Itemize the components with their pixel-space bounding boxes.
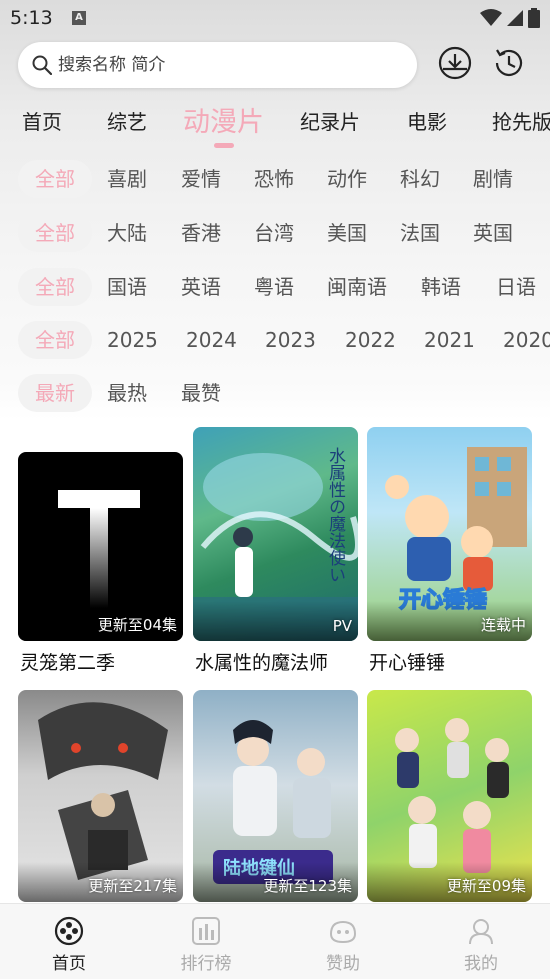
chart-bars-icon (192, 917, 220, 945)
filter-chip[interactable]: 2025 (107, 321, 158, 359)
episode-badge: 更新至04集 (97, 616, 177, 634)
video-title: 开心锤锤 (369, 652, 446, 674)
category-tabs: 首页 综艺 动漫片 纪录片 电影 抢先版 (0, 98, 550, 150)
nav-label: 我的 (464, 954, 498, 974)
episode-badge: 更新至217集 (88, 877, 177, 895)
filter-chip[interactable]: 法国 (400, 214, 440, 252)
battery-icon (528, 8, 540, 28)
poster: 更新至09集 (367, 690, 532, 902)
nav-profile[interactable]: 我的 (441, 916, 521, 974)
filter-chip[interactable]: 粤语 (254, 268, 294, 306)
bottom-navigation: 首页 排行榜 赞助 我的 (0, 903, 550, 979)
tab-variety[interactable]: 综艺 (107, 106, 147, 135)
search-icon (32, 55, 52, 75)
download-icon[interactable] (437, 45, 473, 81)
filter-chip[interactable]: 日语 (496, 268, 536, 306)
filter-language: 全部 国语 英语 粤语 闽南语 韩语 日语 (0, 268, 550, 306)
video-title: 水属性的魔法师 (195, 652, 329, 674)
filter-chip[interactable]: 美国 (327, 214, 367, 252)
user-icon (469, 919, 493, 945)
nav-label: 赞助 (326, 954, 360, 974)
filter-chip[interactable]: 最赞 (181, 374, 221, 412)
filter-chip[interactable]: 2022 (345, 321, 396, 359)
status-time: 5:13 (10, 7, 53, 29)
status-icons (480, 8, 540, 28)
filter-chip[interactable]: 科幻 (400, 160, 440, 198)
wifi-icon (480, 9, 502, 26)
filter-year: 全部 2025 2024 2023 2022 2021 2020 (0, 321, 550, 359)
poster: 更新至04集 (18, 452, 183, 641)
a-letter-icon: A (72, 11, 86, 25)
filter-chip[interactable]: 剧情 (473, 160, 513, 198)
filter-region: 全部 大陆 香港 台湾 美国 法国 英国 (0, 214, 550, 252)
filter-chip[interactable]: 2024 (186, 321, 237, 359)
filter-chip[interactable]: 大陆 (107, 214, 147, 252)
filter-chip[interactable]: 闽南语 (327, 268, 387, 306)
filter-chip[interactable]: 2021 (424, 321, 475, 359)
episode-badge: 更新至09集 (446, 877, 526, 895)
nav-ranking[interactable]: 排行榜 (166, 916, 246, 974)
tab-movie[interactable]: 电影 (407, 106, 447, 135)
filter-chip[interactable]: 韩语 (421, 268, 461, 306)
donate-icon (329, 920, 357, 944)
filter-chip[interactable]: 恐怖 (254, 160, 294, 198)
filter-chip[interactable]: 英国 (473, 214, 513, 252)
signal-icon (507, 10, 523, 26)
filter-chip[interactable]: 动作 (327, 160, 367, 198)
filter-chip-active[interactable]: 全部 (18, 160, 92, 198)
filter-chip[interactable]: 英语 (181, 268, 221, 306)
poster: 水属性の魔法使い PV (193, 427, 358, 641)
filter-chip[interactable]: 爱情 (181, 160, 221, 198)
filter-chip-active[interactable]: 全部 (18, 321, 92, 359)
tab-preview[interactable]: 抢先版 (492, 106, 550, 135)
episode-badge: 更新至123集 (263, 877, 352, 895)
filter-genre: 全部 喜剧 爱情 恐怖 动作 科幻 剧情 (0, 160, 550, 198)
poster: 更新至217集 (18, 690, 183, 902)
filter-sort: 最新 最热 最赞 (0, 374, 550, 412)
filter-chip[interactable]: 2020 (503, 321, 550, 359)
filter-chip[interactable]: 喜剧 (107, 160, 147, 198)
film-reel-icon (54, 916, 84, 946)
video-title: 灵笼第二季 (20, 652, 116, 674)
nav-donate[interactable]: 赞助 (303, 916, 383, 974)
filter-chip-active[interactable]: 全部 (18, 214, 92, 252)
search-input[interactable] (58, 55, 388, 75)
nav-label: 排行榜 (180, 954, 232, 974)
active-tab-indicator (214, 143, 234, 148)
poster: 陆地键仙 更新至123集 (193, 690, 358, 902)
tab-anime[interactable]: 动漫片 (183, 100, 264, 139)
poster-title-text: 水属性の魔法使い (325, 447, 346, 583)
search-bar[interactable] (18, 42, 417, 88)
filter-chip-active[interactable]: 最新 (18, 374, 92, 412)
tab-home[interactable]: 首页 (22, 106, 62, 135)
filter-chip[interactable]: 最热 (107, 374, 147, 412)
poster: 开心锤锤 连载中 (367, 427, 532, 641)
filter-chip[interactable]: 台湾 (254, 214, 294, 252)
filter-chip[interactable]: 香港 (181, 214, 221, 252)
status-bar: 5:13 A (0, 0, 550, 36)
filter-chip[interactable]: 国语 (107, 268, 147, 306)
tab-documentary[interactable]: 纪录片 (300, 106, 360, 135)
episode-badge: PV (332, 617, 352, 635)
episode-badge: 连载中 (480, 616, 526, 634)
filter-chip-active[interactable]: 全部 (18, 268, 92, 306)
history-icon[interactable] (491, 45, 527, 81)
nav-home[interactable]: 首页 (29, 916, 109, 974)
filter-chip[interactable]: 2023 (265, 321, 316, 359)
nav-label: 首页 (52, 954, 86, 974)
